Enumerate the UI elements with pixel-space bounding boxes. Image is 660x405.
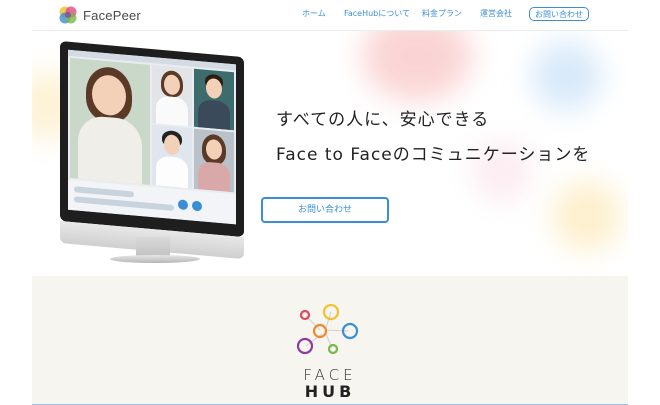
monitor-illustration [60, 41, 244, 263]
site-header: FacePeer ホーム FaceHubについて 料金プラン 運営会社 お問い合… [0, 0, 660, 30]
video-tile-3 [152, 125, 192, 189]
monitor-stand-base [110, 255, 200, 263]
video-call-screen [68, 49, 236, 225]
main-video-panel [70, 57, 150, 185]
hero-headline-line2: Face to Faceのコミュニケーションを [276, 145, 591, 165]
video-tile-4 [194, 128, 234, 193]
nav-about-facehub[interactable]: FaceHubについて [344, 8, 410, 20]
facehub-word-hub: HUB [304, 382, 356, 401]
hero-contact-button[interactable]: お問い合わせ [261, 197, 389, 223]
video-tile-2 [194, 68, 234, 131]
decor-bubble-pink [362, 31, 472, 101]
facehub-logo: FACE HUB [290, 303, 370, 404]
video-tile-1 [152, 65, 192, 127]
hero-section: すべての人に、安心できる Face to Faceのコミュニケーションを お問い… [32, 31, 628, 276]
nav-company[interactable]: 運営会社 [480, 8, 512, 20]
decor-bubble-blue [532, 41, 602, 111]
monitor-screen-frame [60, 41, 244, 238]
facehub-section: FACE HUB [32, 276, 628, 405]
nav-home[interactable]: ホーム [302, 8, 326, 20]
nav-pricing[interactable]: 料金プラン [422, 8, 462, 20]
header-contact-button[interactable]: お問い合わせ [529, 7, 589, 21]
hero-headline-line1: すべての人に、安心できる [276, 110, 490, 130]
decor-bubble-yellow [552, 181, 622, 251]
facehub-network-icon [296, 303, 359, 355]
